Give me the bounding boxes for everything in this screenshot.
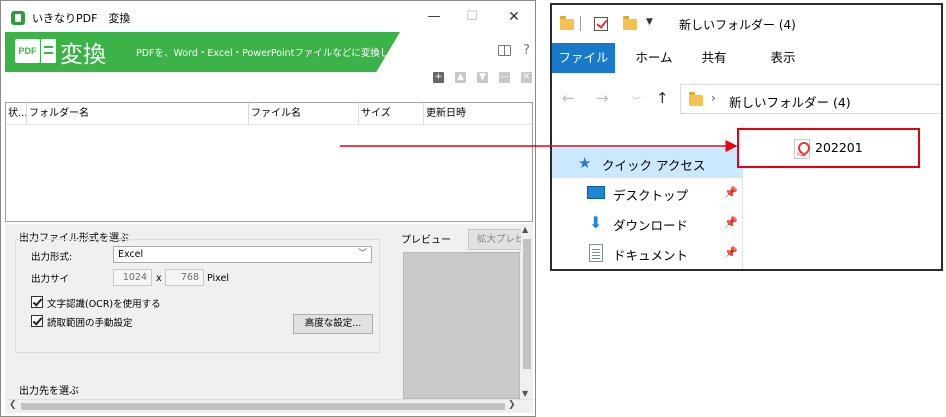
move-down-button[interactable]: ▼ — [477, 72, 488, 83]
toolbar-separator — [580, 16, 581, 31]
nav-item-label: クイック アクセス — [602, 158, 706, 173]
move-up-button[interactable]: ▲ — [455, 72, 466, 83]
scroll-right-icon[interactable]: ❯ — [508, 400, 516, 410]
nav-item-quick-access[interactable]: ★ クイック アクセス — [552, 148, 743, 178]
ocr-label: 文字認識(OCR)を使用する — [47, 299, 161, 310]
advanced-settings-button[interactable]: 高度な設定... — [293, 314, 373, 334]
format-label: 出力形式: — [31, 252, 73, 263]
document-icon — [589, 244, 603, 262]
pin-icon[interactable]: 📌 — [724, 246, 738, 259]
add-file-button[interactable]: + — [433, 72, 444, 83]
minimize-button[interactable]: — — [419, 5, 449, 29]
ikinari-pdf-window: いきなりPDF 変換 — ☐ ✕ PDF 変換 PDFを、Word・Excel・… — [0, 0, 536, 417]
chevron-right-icon[interactable]: › — [711, 91, 716, 105]
clear-button[interactable]: ✕ — [521, 72, 532, 83]
pin-icon[interactable]: 📌 — [724, 186, 738, 199]
horizontal-scrollbar[interactable]: ❮ ❯ — [5, 399, 533, 413]
help-icon[interactable]: ? — [523, 43, 530, 58]
format-select[interactable]: Excel ﹀ — [113, 246, 372, 263]
address-folder-icon — [689, 92, 703, 106]
manual-book-icon[interactable] — [498, 45, 511, 56]
pdf-logo-icon: PDF — [15, 39, 40, 63]
star-icon: ★ — [578, 154, 592, 172]
nav-item-label: ダウンロード — [613, 218, 689, 233]
header-divider — [6, 124, 532, 125]
left-window-title: いきなりPDF 変換 — [32, 12, 131, 25]
settings-panel: 出力ファイル形式を選ぶ 出力形式: Excel ﹀ 出力サイ 1024 x 76… — [5, 224, 533, 399]
up-arrow-icon[interactable]: ↑ — [656, 89, 669, 107]
width-input[interactable]: 1024 — [113, 269, 152, 286]
quick-access-dropdown-icon[interactable]: ▼ — [646, 17, 653, 27]
tab-home[interactable]: ホーム — [629, 43, 679, 73]
pdf-file-item[interactable]: 202201 — [737, 128, 920, 168]
preview-label: プレビュー — [401, 235, 451, 246]
banner: PDF 変換 PDFを、Word・Excel・PowerPointファイルなどに… — [5, 32, 533, 72]
properties-check-icon[interactable] — [594, 17, 608, 31]
navigation-pane: ★ クイック アクセス デスクトップ 📌 ⬇ ダウンロード 📌 ドキュメント 📌 — [552, 124, 743, 269]
scroll-left-icon[interactable]: ❮ — [9, 400, 17, 410]
desktop-icon — [587, 186, 605, 199]
vertical-scroll-thumb[interactable] — [523, 239, 531, 369]
chevron-down-icon: ﹀ — [357, 249, 367, 259]
navigation-bar: ← → ﹀ ↑ › 新しいフォルダー (4) — [552, 82, 941, 116]
document-logo-icon — [41, 39, 56, 63]
zoom-preview-button[interactable]: 拡大プレビ — [468, 229, 526, 250]
nav-item-documents[interactable]: ドキュメント 📌 — [552, 238, 743, 268]
size-x-label: x — [156, 273, 162, 284]
nav-item-downloads[interactable]: ⬇ ダウンロード 📌 — [552, 208, 743, 238]
explorer-title: 新しいフォルダー (4) — [679, 18, 796, 32]
maximize-button[interactable]: ☐ — [457, 5, 487, 29]
column-folder-name[interactable]: フォルダー名 — [27, 103, 249, 124]
vertical-scrollbar[interactable]: ▲ ▼ — [521, 224, 533, 399]
column-modified[interactable]: 更新日時 — [424, 103, 532, 124]
manual-range-checkbox[interactable] — [31, 315, 43, 327]
destination-section-title: 出力先を選ぶ — [19, 386, 79, 397]
explorer-title-bar: ▼ 新しいフォルダー (4) — [552, 5, 941, 43]
pin-icon[interactable]: 📌 — [724, 216, 738, 229]
remove-button[interactable]: — — [499, 72, 510, 83]
left-title-bar: いきなりPDF 変換 — ☐ ✕ — [1, 1, 535, 32]
tab-share[interactable]: 共有 — [694, 43, 734, 73]
forward-arrow-icon[interactable]: → — [596, 89, 609, 107]
download-icon: ⬇ — [589, 213, 603, 232]
manual-range-label: 読取範囲の手動設定 — [47, 318, 133, 329]
preview-pane — [403, 252, 520, 399]
column-status[interactable]: 状... — [6, 103, 27, 124]
file-list[interactable]: 状... フォルダー名 ファイル名 サイズ 更新日時 — [5, 102, 533, 222]
folder-icon — [560, 16, 574, 30]
ribbon-tabs: ファイル ホーム 共有 表示 — [552, 43, 941, 73]
explorer-window: ▼ 新しいフォルダー (4) ファイル ホーム 共有 表示 ← → ﹀ ↑ › … — [550, 3, 943, 271]
horizontal-scroll-thumb[interactable] — [21, 403, 505, 410]
format-select-value: Excel — [118, 249, 144, 260]
app-icon — [11, 11, 25, 25]
nav-item-label: デスクトップ — [613, 188, 689, 203]
close-button[interactable]: ✕ — [499, 5, 529, 29]
height-input[interactable]: 768 — [165, 269, 204, 286]
pdf-file-icon — [794, 139, 810, 159]
column-size[interactable]: サイズ — [359, 103, 424, 124]
nav-item-desktop[interactable]: デスクトップ 📌 — [552, 178, 743, 208]
scroll-up-icon[interactable]: ▲ — [522, 225, 528, 234]
tab-view[interactable]: 表示 — [758, 43, 808, 73]
scroll-down-icon[interactable]: ▼ — [522, 389, 528, 398]
new-folder-icon[interactable] — [623, 16, 637, 30]
unit-label: Pixel — [207, 273, 229, 284]
list-toolbar: + ▲ ▼ — ✕ — [5, 72, 533, 102]
nav-item-label: ドキュメント — [613, 248, 689, 263]
file-name: 202201 — [815, 140, 863, 155]
tab-file[interactable]: ファイル — [552, 43, 615, 73]
ocr-checkbox[interactable] — [31, 296, 43, 308]
banner-title: 変換 — [60, 42, 106, 68]
banner-description: PDFを、Word・Excel・PowerPointファイルなどに変換します — [136, 48, 409, 59]
screenshot-root: いきなりPDF 変換 — ☐ ✕ PDF 変換 PDFを、Word・Excel・… — [0, 0, 946, 417]
size-label: 出力サイ — [31, 274, 70, 285]
back-arrow-icon[interactable]: ← — [562, 89, 575, 107]
address-bar[interactable]: › 新しいフォルダー (4) — [680, 84, 941, 114]
address-text: 新しいフォルダー (4) — [729, 95, 851, 110]
column-file-name[interactable]: ファイル名 — [249, 103, 359, 124]
recent-chevron-icon[interactable]: ﹀ — [632, 94, 641, 107]
